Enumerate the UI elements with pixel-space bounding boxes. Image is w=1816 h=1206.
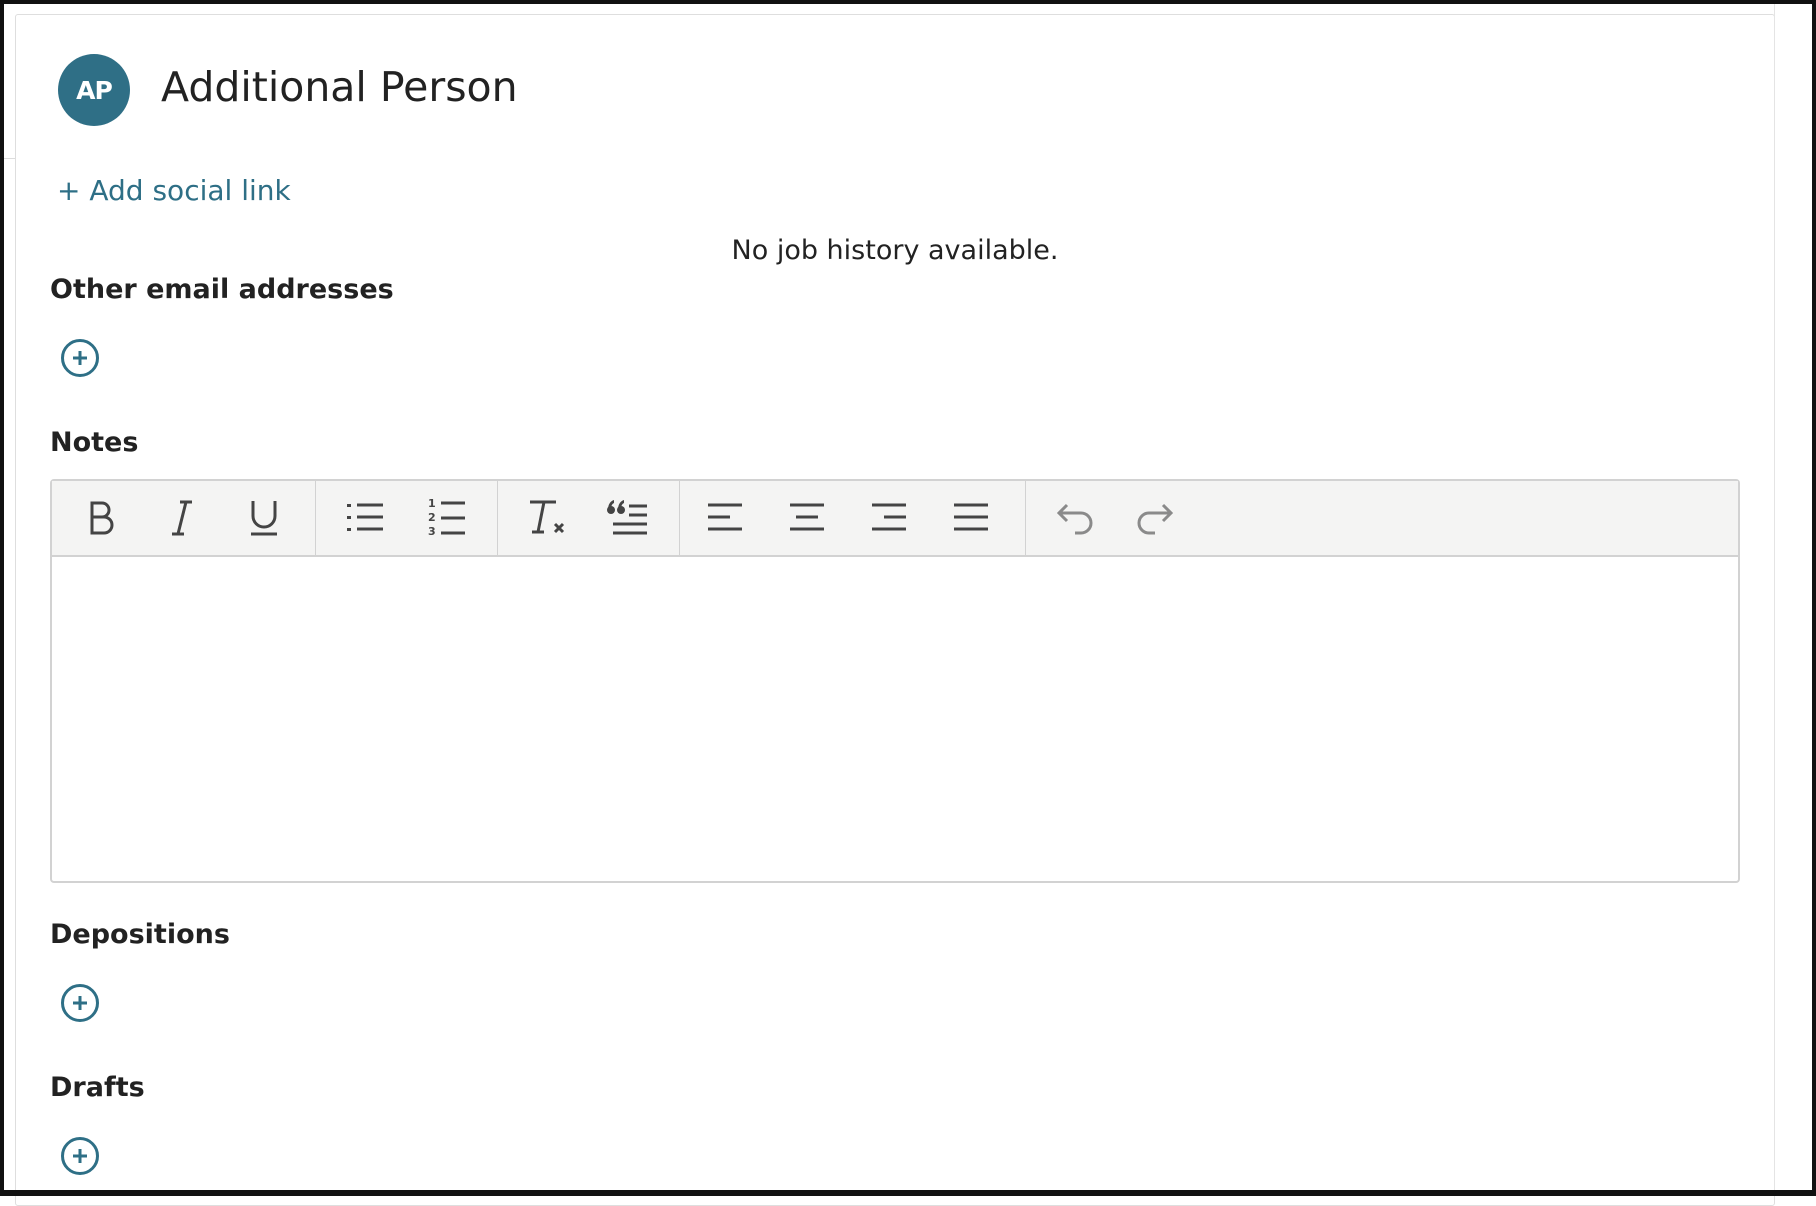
add-deposition-plus-icon[interactable] (61, 984, 99, 1022)
bulleted-list-icon[interactable] (337, 493, 393, 543)
notes-editor: 123 (50, 479, 1740, 883)
svg-text:2: 2 (428, 511, 436, 524)
add-draft-plus-icon[interactable] (61, 1137, 99, 1175)
notes-label: Notes (50, 427, 139, 458)
undo-icon[interactable] (1047, 493, 1103, 543)
toolbar-group-align (679, 481, 1026, 555)
scroll-gutter (1774, 4, 1813, 1190)
align-left-icon[interactable] (697, 493, 753, 543)
person-name: Additional Person (161, 63, 518, 111)
svg-text:1: 1 (428, 497, 436, 510)
avatar-initials: AP (76, 75, 113, 105)
toolbar-group-format (52, 481, 316, 555)
avatar: AP (58, 54, 130, 126)
drafts-label: Drafts (50, 1072, 145, 1103)
toolbar-group-clear (497, 481, 680, 555)
add-email-plus-icon[interactable] (61, 339, 99, 377)
other-emails-label: Other email addresses (50, 274, 394, 305)
redo-icon[interactable] (1127, 493, 1183, 543)
align-center-icon[interactable] (779, 493, 835, 543)
notes-text-area[interactable] (52, 557, 1738, 881)
clear-formatting-icon[interactable] (519, 493, 575, 543)
depositions-label: Depositions (50, 919, 230, 950)
job-history-empty: No job history available. (731, 235, 1059, 266)
italic-icon[interactable] (154, 493, 210, 543)
underline-icon[interactable] (236, 493, 292, 543)
toolbar-group-history (1025, 481, 1195, 555)
svg-text:3: 3 (428, 525, 436, 538)
toolbar-group-lists: 123 (315, 481, 498, 555)
bold-icon[interactable] (72, 493, 128, 543)
align-right-icon[interactable] (861, 493, 917, 543)
align-justify-icon[interactable] (943, 493, 999, 543)
numbered-list-icon[interactable]: 123 (419, 493, 475, 543)
add-social-link[interactable]: + Add social link (57, 174, 291, 208)
editor-toolbar: 123 (52, 481, 1738, 557)
blockquote-icon[interactable] (599, 493, 655, 543)
